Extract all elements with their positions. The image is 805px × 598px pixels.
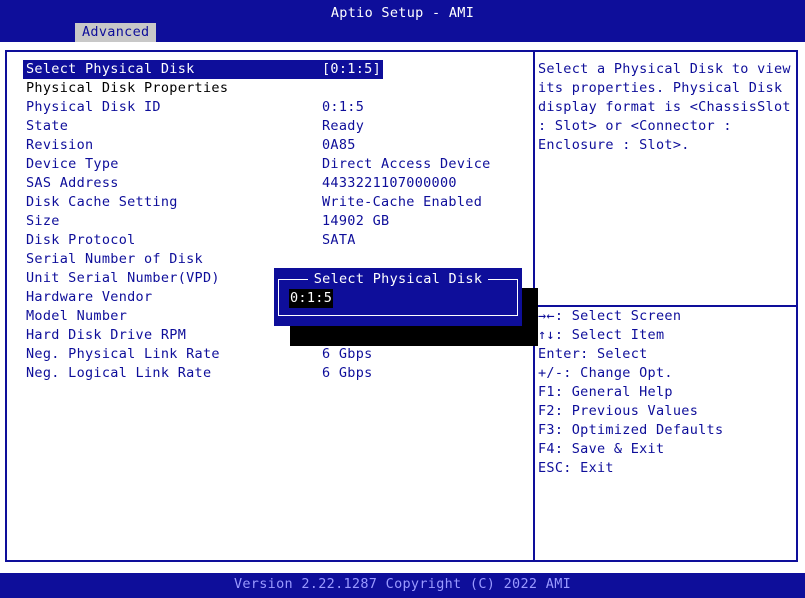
info-label: Disk Cache Setting	[26, 194, 178, 210]
redacted-serial	[307, 251, 393, 266]
popup-option[interactable]: 0:1:5	[289, 289, 334, 308]
info-row-unit-serial: Unit Serial Number(VPD)	[26, 269, 220, 288]
help-line: Enclosure : Slot>.	[538, 137, 690, 153]
section-label: Physical Disk Properties	[26, 80, 229, 96]
info-value: 4433221107000000	[322, 175, 457, 191]
info-value: 6 Gbps	[322, 346, 373, 362]
key-hint: →←: Select Screen	[538, 308, 682, 324]
setting-select-physical-disk[interactable]: Select Physical Disk [0:1:5]	[26, 60, 381, 79]
info-value: Ready	[322, 118, 365, 134]
key-hint: +/-: Change Opt.	[538, 365, 673, 381]
key-hint: Enter: Select	[538, 346, 648, 362]
info-label: Size	[26, 213, 60, 229]
info-value: SATA	[322, 232, 356, 248]
info-row-state: State Ready	[26, 117, 364, 136]
key-hint: F1: General Help	[538, 384, 673, 400]
info-label: Hard Disk Drive RPM	[26, 327, 187, 343]
info-label: Neg. Logical Link Rate	[26, 365, 212, 381]
info-label: SAS Address	[26, 175, 119, 191]
info-row-size: Size 14902 GB	[26, 212, 389, 231]
section-heading: Physical Disk Properties	[26, 79, 228, 98]
key-hint: F3: Optimized Defaults	[538, 422, 724, 438]
info-value: 0A85	[322, 137, 356, 153]
info-row-revision: Revision 0A85	[26, 136, 355, 155]
info-row-physical-link-rate: Neg. Physical Link Rate 6 Gbps	[26, 345, 372, 364]
info-label: Disk Protocol	[26, 232, 136, 248]
info-label: Revision	[26, 137, 94, 153]
setting-label: Select Physical Disk	[26, 61, 195, 77]
info-row-serial-number: Serial Number of Disk	[26, 250, 203, 269]
setting-value[interactable]: [0:1:5]	[322, 60, 381, 79]
help-line: its properties. Physical Disk	[538, 80, 783, 96]
header-bar: Aptio Setup - AMI Advanced	[0, 0, 805, 42]
info-row-sas-address: SAS Address 4433221107000000	[26, 174, 457, 193]
info-label: Neg. Physical Link Rate	[26, 346, 220, 362]
tab-advanced[interactable]: Advanced	[75, 23, 157, 42]
help-panel: Select a Physical Disk to view its prope…	[538, 60, 793, 155]
info-row-logical-link-rate: Neg. Logical Link Rate 6 Gbps	[26, 364, 372, 383]
help-line: Select a Physical Disk to view	[538, 61, 791, 77]
info-row-disk-cache: Disk Cache Setting Write-Cache Enabled	[26, 193, 482, 212]
key-legend: →←: Select Screen ↑↓: Select Item Enter:…	[538, 307, 793, 478]
info-label: Hardware Vendor	[26, 289, 153, 305]
info-row-physical-disk-id: Physical Disk ID 0:1:5	[26, 98, 364, 117]
app-title: Aptio Setup - AMI	[330, 5, 475, 21]
info-label: Device Type	[26, 156, 119, 172]
info-row-disk-protocol: Disk Protocol SATA	[26, 231, 355, 250]
popup-title: Select Physical Disk	[274, 270, 522, 289]
info-label: State	[26, 118, 69, 134]
info-label: Unit Serial Number(VPD)	[26, 270, 220, 286]
info-row-drive-rpm: Hard Disk Drive RPM	[26, 326, 186, 345]
info-value: 0:1:5	[322, 99, 365, 115]
info-value: 14902 GB	[322, 213, 390, 229]
info-row-hardware-vendor: Hardware Vendor	[26, 288, 152, 307]
info-value: 6 Gbps	[322, 365, 373, 381]
info-value: Write-Cache Enabled	[322, 194, 483, 210]
footer-bar: Version 2.22.1287 Copyright (C) 2022 AMI	[0, 573, 805, 598]
key-hint: ESC: Exit	[538, 460, 614, 476]
key-hint: ↑↓: Select Item	[538, 327, 665, 343]
info-row-model-number: Model Number	[26, 307, 127, 326]
info-row-device-type: Device Type Direct Access Device	[26, 155, 490, 174]
info-label: Model Number	[26, 308, 128, 324]
key-hint: F4: Save & Exit	[538, 441, 665, 457]
help-line: : Slot> or <Connector :	[538, 118, 732, 134]
info-value: Direct Access Device	[322, 156, 491, 172]
help-line: display format is <ChassisSlot	[538, 99, 791, 115]
key-hint: F2: Previous Values	[538, 403, 699, 419]
info-label: Serial Number of Disk	[26, 251, 203, 267]
info-label: Physical Disk ID	[26, 99, 161, 115]
